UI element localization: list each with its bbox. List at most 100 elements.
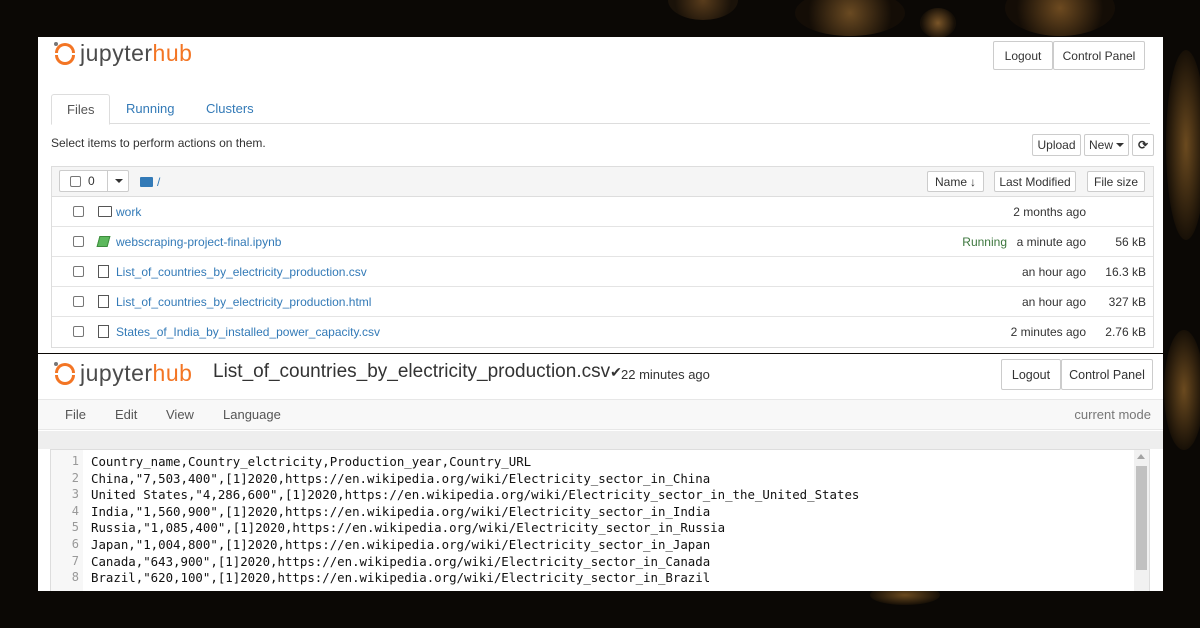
upload-button[interactable]: Upload — [1032, 134, 1081, 156]
line-number: 3 — [71, 487, 79, 502]
running-status: Running — [962, 235, 1007, 249]
line-number: 1 — [71, 454, 79, 468]
menu-edit[interactable]: Edit — [115, 407, 137, 422]
file-row[interactable]: List_of_countries_by_electricity_product… — [52, 287, 1153, 317]
background-decoration — [1166, 50, 1200, 240]
file-browser-panel: jupyter hub Logout Control Panel Files Ru… — [38, 37, 1163, 353]
refresh-button[interactable]: ⟳ — [1132, 134, 1154, 156]
code-editor[interactable]: 1 Country_name,Country_elctricity,Product… — [50, 449, 1150, 591]
jupyter-swirl-icon — [54, 361, 76, 386]
row-checkbox[interactable] — [73, 296, 84, 307]
logo-text-jupyter: jupyter — [80, 360, 153, 386]
code-line: 2 China,"7,503,400",[1]2020,https://en.wi… — [51, 471, 1141, 488]
file-modified: 2 months ago — [1013, 205, 1086, 219]
code-text[interactable]: India,"1,560,900",[1]2020,https://en.wik… — [91, 504, 710, 519]
scrollbar-thumb[interactable] — [1136, 466, 1147, 570]
tab-clusters[interactable]: Clusters — [191, 94, 269, 124]
sort-last-modified-button[interactable]: Last Modified — [994, 171, 1076, 192]
logo-text-hub: hub — [152, 360, 193, 386]
breadcrumb-root[interactable]: / — [157, 175, 160, 189]
logout-button[interactable]: Logout — [1001, 359, 1061, 390]
code-text[interactable]: Brazil,"620,100",[1]2020,https://en.wiki… — [91, 570, 710, 585]
file-modified: an hour ago — [1021, 265, 1086, 279]
menu-language[interactable]: Language — [223, 407, 281, 422]
code-text[interactable]: China,"7,503,400",[1]2020,https://en.wik… — [91, 471, 710, 486]
code-text[interactable]: United States,"4,286,600",[1]2020,https:… — [91, 487, 859, 502]
file-icon — [98, 325, 109, 338]
jupyterhub-logo[interactable]: jupyter hub — [54, 360, 192, 387]
tab-running[interactable]: Running — [111, 94, 189, 124]
logout-button[interactable]: Logout — [993, 41, 1053, 70]
code-line: 5 Russia,"1,085,400",[1]2020,https://en.w… — [51, 520, 1141, 537]
line-number: 8 — [71, 570, 79, 585]
scroll-up-icon[interactable] — [1137, 454, 1145, 459]
file-name-link[interactable]: work — [116, 205, 141, 219]
caret-down-icon — [1116, 143, 1124, 147]
editor-spacer — [38, 431, 1163, 449]
notebook-icon — [96, 236, 111, 247]
file-size: 327 kB — [1108, 295, 1146, 309]
sort-file-size-button[interactable]: File size — [1087, 171, 1145, 192]
file-title[interactable]: List_of_countries_by_electricity_product… — [213, 361, 622, 383]
file-row[interactable]: List_of_countries_by_electricity_product… — [52, 257, 1153, 287]
menu-view[interactable]: View — [166, 407, 194, 422]
line-number: 2 — [71, 470, 79, 485]
row-checkbox[interactable] — [73, 326, 84, 337]
new-dropdown-button[interactable]: New — [1084, 134, 1129, 156]
file-size: 2.76 kB — [1105, 325, 1146, 339]
logo-text-jupyter: jupyter — [80, 40, 153, 66]
sort-name-button[interactable]: Name ↓ — [927, 171, 984, 192]
code-line: 8 Brazil,"620,100",[1]2020,https://en.wik… — [51, 570, 1141, 587]
folder-icon — [98, 206, 112, 217]
background-decoration — [668, 0, 738, 20]
select-all-checkbox[interactable] — [70, 175, 81, 187]
file-name-link[interactable]: List_of_countries_by_electricity_product… — [116, 295, 371, 309]
code-text[interactable]: Russia,"1,085,400",[1]2020,https://en.wi… — [91, 520, 725, 535]
file-icon — [98, 265, 109, 278]
selected-count: 0 — [88, 174, 95, 188]
caret-down-icon — [115, 179, 123, 183]
new-label: New — [1088, 138, 1113, 152]
control-panel-button[interactable]: Control Panel — [1061, 359, 1153, 390]
select-all-dropdown[interactable]: 0 — [59, 170, 129, 192]
file-name-link[interactable]: States_of_India_by_installed_power_capac… — [116, 325, 380, 339]
menu-bar: File Edit View Language current mode — [38, 399, 1163, 430]
file-modified: 2 minutes ago — [1010, 325, 1086, 339]
background-decoration — [1164, 330, 1200, 450]
row-checkbox[interactable] — [73, 266, 84, 277]
refresh-icon: ⟳ — [1137, 138, 1149, 152]
file-title-text[interactable]: List_of_countries_by_electricity_product… — [213, 361, 610, 382]
breadcrumb[interactable]: / — [140, 175, 160, 189]
code-line: 1 Country_name,Country_elctricity,Product… — [51, 454, 1141, 471]
background-decoration — [920, 8, 956, 38]
file-row[interactable]: States_of_India_by_installed_power_capac… — [52, 317, 1153, 347]
code-text[interactable]: Country_name,Country_elctricity,Producti… — [91, 454, 531, 469]
last-saved-time: 22 minutes ago — [621, 367, 710, 382]
file-list: 0 / Name ↓ Last Modified File size work … — [51, 166, 1154, 348]
code-line: 6 Japan,"1,004,800",[1]2020,https://en.wi… — [51, 537, 1141, 554]
current-mode-indicator: current mode — [1074, 407, 1151, 422]
file-name-link[interactable]: List_of_countries_by_electricity_product… — [116, 265, 367, 279]
vertical-scrollbar[interactable] — [1134, 450, 1149, 591]
file-name-link[interactable]: webscraping-project-final.ipynb — [116, 235, 281, 249]
file-row[interactable]: webscraping-project-final.ipynb Running … — [52, 227, 1153, 257]
code-text[interactable]: Japan,"1,004,800",[1]2020,https://en.wik… — [91, 537, 710, 552]
file-size: 16.3 kB — [1105, 265, 1146, 279]
row-checkbox[interactable] — [73, 206, 84, 217]
menu-file[interactable]: File — [65, 407, 86, 422]
jupyterhub-logo[interactable]: jupyter hub — [54, 40, 192, 67]
file-modified: a minute ago — [1016, 235, 1086, 249]
logo-text-hub: hub — [152, 40, 193, 66]
code-text[interactable]: Canada,"643,900",[1]2020,https://en.wiki… — [91, 554, 710, 569]
text-editor-panel: jupyter hub List_of_countries_by_electric… — [38, 354, 1163, 591]
file-row[interactable]: work 2 months ago — [52, 197, 1153, 227]
tab-files[interactable]: Files — [51, 94, 111, 125]
line-number: 4 — [71, 503, 79, 518]
line-number: 6 — [71, 537, 79, 551]
row-checkbox[interactable] — [73, 236, 84, 247]
file-list-header: 0 / Name ↓ Last Modified File size — [52, 167, 1153, 197]
arrow-down-icon: ↓ — [970, 174, 976, 189]
background-decoration — [795, 0, 905, 36]
code-line: 7 Canada,"643,900",[1]2020,https://en.wik… — [51, 554, 1141, 571]
control-panel-button[interactable]: Control Panel — [1053, 41, 1145, 70]
